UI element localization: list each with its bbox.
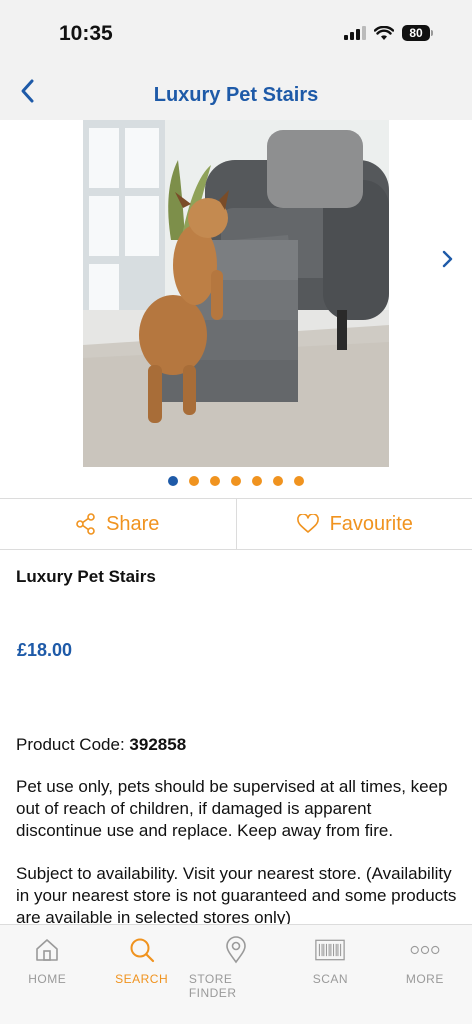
battery-icon: 80 xyxy=(402,25,433,41)
gallery-dot[interactable] xyxy=(273,476,283,486)
tab-search-label: SEARCH xyxy=(115,972,169,986)
product-price: £18.00 xyxy=(17,640,73,660)
gallery-dot[interactable] xyxy=(231,476,241,486)
heart-icon xyxy=(296,514,319,533)
tab-store-finder[interactable]: STORE FINDER xyxy=(189,925,283,1024)
gallery-dot[interactable] xyxy=(252,476,262,486)
product-image[interactable] xyxy=(83,120,389,467)
gallery-dot[interactable] xyxy=(189,476,199,486)
availability-note: Subject to availability. Visit your near… xyxy=(16,864,457,927)
gallery-page-indicator[interactable] xyxy=(0,476,472,486)
product-code-label: Product Code: xyxy=(16,735,125,754)
share-button[interactable]: Share xyxy=(0,499,236,549)
cellular-signal-icon xyxy=(344,26,366,40)
tab-home-label: HOME xyxy=(28,972,67,986)
tab-bar: HOME SEARCH STORE FINDER SCAN MORE xyxy=(0,924,472,1024)
battery-level: 80 xyxy=(409,26,423,40)
more-dots-icon xyxy=(410,935,440,965)
tab-search[interactable]: SEARCH xyxy=(94,925,188,1024)
tab-scan[interactable]: SCAN xyxy=(283,925,377,1024)
gallery-dot[interactable] xyxy=(294,476,304,486)
search-icon xyxy=(127,935,157,965)
gallery-dot[interactable] xyxy=(168,476,178,486)
action-row: Share Favourite xyxy=(0,498,472,550)
image-gallery[interactable] xyxy=(0,120,472,498)
chevron-right-icon xyxy=(442,250,453,268)
tab-store-finder-label: STORE FINDER xyxy=(188,972,237,1000)
share-label: Share xyxy=(106,512,160,535)
favourite-button[interactable]: Favourite xyxy=(235,499,472,549)
next-image-button[interactable] xyxy=(436,248,458,270)
favourite-label: Favourite xyxy=(329,512,413,535)
status-icons: 80 xyxy=(344,25,433,41)
share-icon xyxy=(76,513,95,535)
status-bar: 10:35 80 xyxy=(0,0,472,64)
tab-home[interactable]: HOME xyxy=(0,925,94,1024)
tab-scan-label: SCAN xyxy=(312,972,349,986)
nav-bar: Luxury Pet Stairs xyxy=(0,64,472,120)
location-pin-icon xyxy=(221,935,251,965)
tab-more-label: MORE xyxy=(405,972,444,986)
home-icon xyxy=(32,935,62,965)
product-code: Product Code: 392858 xyxy=(16,735,186,755)
tab-more[interactable]: MORE xyxy=(378,925,472,1024)
gallery-dot[interactable] xyxy=(210,476,220,486)
product-description: Pet use only, pets should be supervised … xyxy=(16,777,448,840)
product-code-value: 392858 xyxy=(129,735,187,754)
page-title: Luxury Pet Stairs xyxy=(153,84,319,106)
product-name: Luxury Pet Stairs xyxy=(16,567,156,586)
barcode-icon xyxy=(315,935,346,965)
status-time: 10:35 xyxy=(59,22,113,45)
wifi-icon xyxy=(374,25,394,40)
